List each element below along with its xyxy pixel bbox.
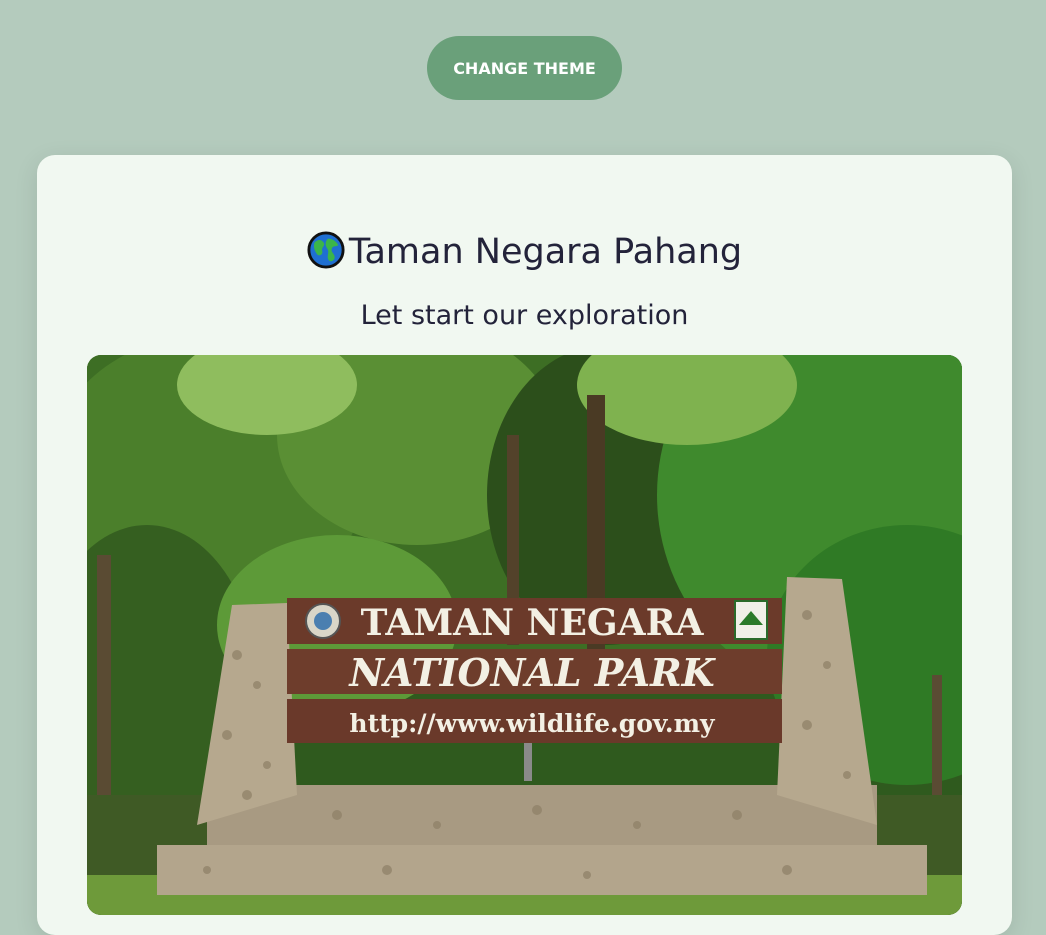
globe-icon: [307, 231, 345, 269]
destination-card: Taman Negara Pahang Let start our explor…: [37, 155, 1012, 935]
page-subtitle: Let start our exploration: [360, 300, 689, 331]
sign-line-1: TAMAN NEGARA: [361, 602, 705, 644]
page-title: Taman Negara Pahang: [348, 232, 743, 272]
change-theme-button[interactable]: CHANGE THEME: [427, 36, 622, 100]
page-title-row: Taman Negara Pahang: [37, 227, 1012, 277]
park-sign-image: TAMAN NEGARA NATIONAL PARK http://www.wi…: [87, 355, 962, 915]
sign-line-3: http://www.wildlife.gov.my: [349, 709, 716, 738]
sign-line-2: NATIONAL PARK: [348, 650, 716, 695]
park-entrance-photo: TAMAN NEGARA NATIONAL PARK http://www.wi…: [87, 355, 962, 915]
